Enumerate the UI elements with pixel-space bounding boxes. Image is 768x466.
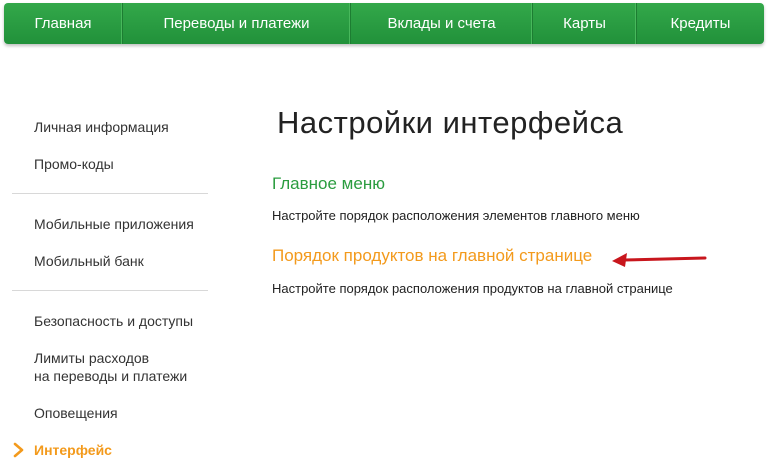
main-menu-description: Настройте порядок расположения элементов… — [272, 208, 640, 223]
product-order-description: Настройте порядок расположения продуктов… — [272, 281, 673, 296]
sidebar-item-mobile-apps[interactable]: Мобильные приложения — [12, 215, 208, 233]
product-order-link[interactable]: Порядок продуктов на главной странице — [272, 246, 592, 266]
sidebar-item-promo-codes[interactable]: Промо-коды — [12, 155, 208, 173]
nav-item-main[interactable]: Главная — [4, 3, 123, 44]
sidebar-item-label: Интерфейс — [34, 442, 112, 458]
main-menu-link[interactable]: Главное меню — [272, 174, 385, 194]
sidebar-group-personal: Личная информация Промо-коды — [12, 118, 208, 173]
settings-sidebar: Личная информация Промо-коды Мобильные п… — [12, 110, 208, 459]
nav-item-deposits[interactable]: Вклады и счета — [351, 3, 533, 44]
sidebar-group-mobile: Мобильные приложения Мобильный банк — [12, 215, 208, 270]
sidebar-item-limits-line2: на переводы и платежи — [34, 368, 188, 384]
sidebar-divider — [12, 193, 208, 194]
sidebar-group-security: Безопасность и доступы Лимиты расходов н… — [12, 312, 208, 459]
sidebar-item-limits-line1: Лимиты расходов — [34, 350, 150, 366]
nav-item-cards[interactable]: Карты — [533, 3, 637, 44]
sidebar-item-security[interactable]: Безопасность и доступы — [12, 312, 208, 330]
top-navigation: Главная Переводы и платежи Вклады и счет… — [4, 3, 764, 44]
arrow-left-icon — [612, 253, 707, 267]
sidebar-item-notifications[interactable]: Оповещения — [12, 404, 208, 422]
page-title: Настройки интерфейса — [277, 105, 624, 140]
sidebar-divider — [12, 290, 208, 291]
sidebar-item-interface[interactable]: Интерфейс — [12, 441, 208, 459]
sidebar-item-mobile-bank[interactable]: Мобильный банк — [12, 252, 208, 270]
sidebar-item-personal-info[interactable]: Личная информация — [12, 118, 208, 136]
sidebar-item-limits[interactable]: Лимиты расходов на переводы и платежи — [12, 349, 208, 385]
chevron-right-icon — [13, 442, 24, 458]
nav-item-transfers[interactable]: Переводы и платежи — [123, 3, 351, 44]
nav-item-credits[interactable]: Кредиты — [637, 3, 764, 44]
